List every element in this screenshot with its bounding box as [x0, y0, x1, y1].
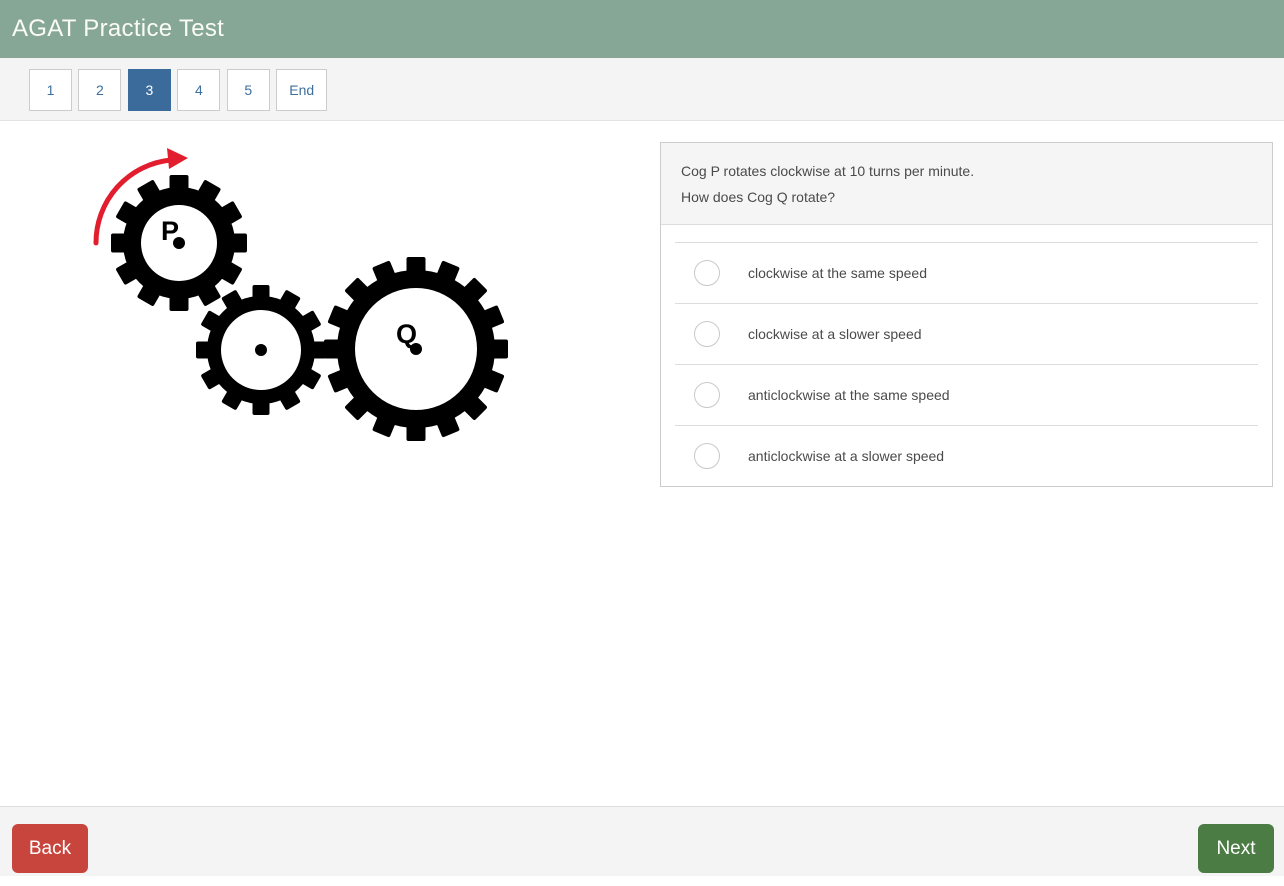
app-header: AGAT Practice Test [0, 0, 1284, 58]
question-panel: Cog P rotates clockwise at 10 turns per … [660, 142, 1273, 487]
page-button-end[interactable]: End [276, 69, 327, 111]
option-label: clockwise at a slower speed [748, 326, 922, 342]
cog-P: P [111, 175, 247, 311]
question-line-1: Cog P rotates clockwise at 10 turns per … [681, 158, 1252, 184]
question-line-2: How does Cog Q rotate? [681, 184, 1252, 210]
option-clockwise-same-speed[interactable]: clockwise at the same speed [675, 242, 1258, 303]
option-label: anticlockwise at a slower speed [748, 448, 944, 464]
question-text: Cog P rotates clockwise at 10 turns per … [661, 143, 1272, 225]
cog-label-P: P [161, 216, 179, 246]
next-button[interactable]: Next [1198, 824, 1274, 873]
option-label: anticlockwise at the same speed [748, 387, 950, 403]
option-clockwise-slower-speed[interactable]: clockwise at a slower speed [675, 303, 1258, 364]
main-content: PQ Cog P rotates clockwise at 10 turns p… [0, 121, 1284, 806]
cog-label-Q: Q [396, 319, 417, 349]
cogs-figure: PQ [0, 121, 660, 621]
radio-button[interactable] [694, 382, 720, 408]
option-anticlockwise-same-speed[interactable]: anticlockwise at the same speed [675, 364, 1258, 425]
page-button-1[interactable]: 1 [29, 69, 72, 111]
page-button-2[interactable]: 2 [78, 69, 121, 111]
cog-middle [196, 285, 326, 415]
back-button[interactable]: Back [12, 824, 88, 873]
option-label: clockwise at the same speed [748, 265, 927, 281]
answer-options: clockwise at the same speed clockwise at… [661, 225, 1272, 486]
option-anticlockwise-slower-speed[interactable]: anticlockwise at a slower speed [675, 425, 1258, 486]
radio-button[interactable] [694, 260, 720, 286]
page-title: AGAT Practice Test [12, 15, 224, 43]
cog-Q: Q [324, 257, 508, 441]
page-button-3-active[interactable]: 3 [128, 69, 171, 111]
page-button-5[interactable]: 5 [227, 69, 270, 111]
radio-button[interactable] [694, 443, 720, 469]
question-pagination: 1 2 3 4 5 End [0, 58, 1284, 121]
footer-navigation: Back Next [0, 806, 1284, 876]
radio-button[interactable] [694, 321, 720, 347]
page-button-4[interactable]: 4 [177, 69, 220, 111]
